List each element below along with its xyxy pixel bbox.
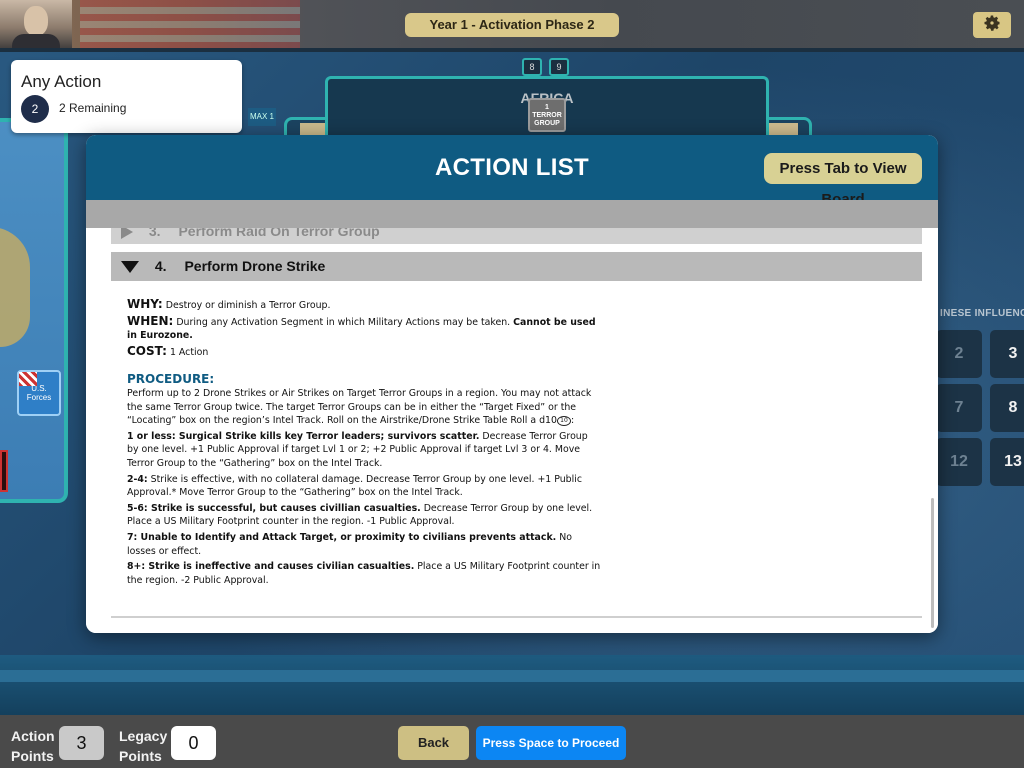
action-item-divider bbox=[111, 616, 922, 633]
cost-text: 1 Action bbox=[169, 346, 209, 358]
region-map-left bbox=[0, 118, 68, 503]
phase-indicator: Year 1 - Activation Phase 2 bbox=[405, 13, 619, 37]
roll-text: Roll a d10 bbox=[510, 415, 557, 427]
view-board-button[interactable]: Press Tab to View Board bbox=[764, 153, 922, 208]
result-line: 5-6: Strike is successful, but causes ci… bbox=[127, 502, 602, 529]
influence-track-label: INESE INFLUENCE bbox=[940, 308, 1024, 319]
enemy-token[interactable] bbox=[0, 450, 8, 492]
when-label: WHEN: bbox=[127, 313, 174, 328]
proceed-button[interactable]: Press Space to Proceed bbox=[476, 726, 626, 760]
action-points-label: Action Points bbox=[11, 728, 55, 764]
action-item-label: Perform Raid On Terror Group bbox=[178, 228, 380, 239]
result-condition: 2-4: bbox=[127, 473, 148, 485]
result-condition: 5-6: Strike is successful, but causes ci… bbox=[127, 502, 421, 514]
d10-dice-icon: 10 bbox=[556, 415, 571, 426]
terror-token-line2: GROUP bbox=[534, 120, 560, 127]
cost-line: COST: 1 Action bbox=[127, 343, 602, 360]
procedure-text: Perform up to 2 Drone Strikes or Air Str… bbox=[127, 387, 592, 427]
influence-cell: 12 bbox=[936, 438, 982, 486]
chevron-down-icon bbox=[121, 261, 139, 274]
action-item-collapsed[interactable]: 3. Perform Raid On Terror Group bbox=[111, 228, 922, 244]
flag-decoration bbox=[80, 0, 300, 50]
legacy-points-label: Legacy Points bbox=[119, 728, 168, 764]
any-action-card: Any Action 2 2 Remaining bbox=[11, 60, 242, 133]
terror-token-line1: TERROR bbox=[532, 112, 562, 119]
terror-token-number: 1 bbox=[545, 104, 549, 111]
chevron-right-icon bbox=[121, 228, 133, 240]
action-points-value: 3 bbox=[59, 726, 104, 760]
board-bottom-stripe bbox=[0, 655, 1024, 715]
us-forces-label: U.S. Forces bbox=[26, 384, 52, 402]
why-label: WHY: bbox=[127, 297, 163, 311]
influence-cell: 8 bbox=[990, 384, 1024, 432]
result-condition: 8+: Strike is ineffective and causes civ… bbox=[127, 561, 415, 573]
result-condition: 1 or less: Surgical Strike kills key Ter… bbox=[127, 430, 480, 442]
action-item-expanded[interactable]: 4. Perform Drone Strike bbox=[111, 252, 922, 281]
why-text: Destroy or diminish a Terror Group. bbox=[165, 300, 331, 311]
back-button[interactable]: Back bbox=[398, 726, 469, 760]
result-line: 1 or less: Surgical Strike kills key Ter… bbox=[127, 430, 602, 471]
list-top-band bbox=[86, 200, 938, 228]
us-flag-icon bbox=[19, 372, 37, 386]
remaining-count-badge: 2 bbox=[21, 95, 49, 123]
list-scrollbar[interactable] bbox=[931, 498, 934, 628]
board-bottom-line bbox=[0, 670, 1024, 682]
landmass bbox=[0, 227, 30, 347]
us-forces-token[interactable]: U.S. Forces bbox=[17, 370, 61, 416]
result-condition: 7: Unable to Identify and Attack Target,… bbox=[127, 531, 557, 543]
result-line: 8+: Strike is ineffective and causes civ… bbox=[127, 560, 602, 587]
procedure-label: PROCEDURE: bbox=[127, 372, 215, 387]
influence-cell: 13 bbox=[990, 438, 1024, 486]
action-item-number: 3. bbox=[148, 228, 161, 239]
why-line: WHY: Destroy or diminish a Terror Group. bbox=[127, 297, 602, 313]
terror-group-token[interactable]: 1 TERROR GROUP bbox=[528, 98, 566, 132]
when-text: During any Activation Segment in which M… bbox=[176, 316, 511, 328]
when-line: WHEN: During any Activation Segment in w… bbox=[127, 313, 602, 343]
influence-cell: 3 bbox=[990, 330, 1024, 378]
action-list-modal: ACTION LIST Press Tab to View Board 3. P… bbox=[86, 135, 938, 633]
result-effect: Strike is effective, with no collateral … bbox=[127, 473, 582, 499]
action-item-number: 4. bbox=[154, 258, 167, 274]
legacy-points-value: 0 bbox=[171, 726, 216, 760]
settings-button[interactable] bbox=[973, 12, 1011, 38]
track-number: 8 bbox=[522, 58, 542, 76]
gear-icon bbox=[982, 13, 1002, 38]
influence-cell: 7 bbox=[936, 384, 982, 432]
result-line: 7: Unable to Identify and Attack Target,… bbox=[127, 531, 602, 558]
portrait-face bbox=[24, 6, 48, 36]
influence-cell: 2 bbox=[936, 330, 982, 378]
result-line: 2-4: Strike is effective, with no collat… bbox=[127, 473, 602, 500]
action-description: WHY: Destroy or diminish a Terror Group.… bbox=[127, 297, 602, 587]
any-action-title: Any Action bbox=[21, 72, 102, 91]
president-portrait bbox=[0, 0, 72, 50]
top-banner-divider bbox=[0, 48, 1024, 52]
remaining-label: 2 Remaining bbox=[59, 101, 127, 115]
max-tag: MAX 1 bbox=[248, 108, 276, 126]
cost-label: COST: bbox=[127, 343, 167, 358]
track-number: 9 bbox=[549, 58, 569, 76]
action-list[interactable]: 3. Perform Raid On Terror Group 4. Perfo… bbox=[86, 228, 938, 633]
action-item-label: Perform Drone Strike bbox=[184, 258, 326, 274]
modal-header: ACTION LIST Press Tab to View Board bbox=[86, 135, 938, 208]
